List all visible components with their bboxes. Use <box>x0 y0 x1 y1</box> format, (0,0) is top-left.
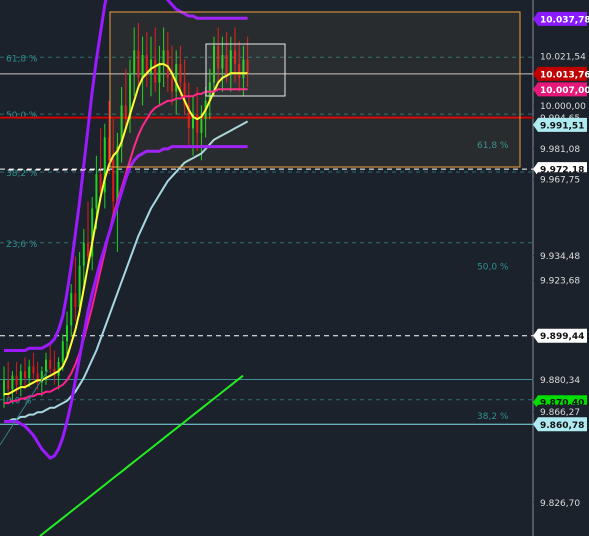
candle-body <box>32 366 35 374</box>
candle-body <box>7 380 10 390</box>
fib-level-label: 38,2 % <box>477 412 509 422</box>
fib-level-label: 38,2 % <box>6 169 38 179</box>
candle-body <box>78 265 81 307</box>
candle-body <box>74 293 77 307</box>
candle-body <box>57 361 60 376</box>
candle-body <box>70 293 73 326</box>
candle-body <box>15 375 18 385</box>
fib-level-label: 61,8 % <box>6 54 38 64</box>
price-tag-label: 9.991,51 <box>540 121 584 131</box>
price-tag-label: 9.826,70 <box>540 499 580 509</box>
candle-body <box>66 325 68 342</box>
candle-body <box>45 359 47 372</box>
fib-level-label: 23,6 % <box>6 240 38 250</box>
candle-body <box>82 242 85 266</box>
candle-body <box>49 359 52 369</box>
price-tag-label: 9.899,44 <box>540 332 584 342</box>
price-tag-label: 9.967,75 <box>540 176 580 186</box>
price-tag-label: 10.013,76 <box>540 70 589 80</box>
candle-body <box>95 174 98 209</box>
price-tag-label: 9.880,34 <box>540 376 580 386</box>
candle-body <box>61 341 64 362</box>
candle-body <box>28 366 31 378</box>
candle-body <box>87 242 89 257</box>
price-tag-label: 9.923,68 <box>540 277 580 287</box>
price-tag-label: 9.981,08 <box>540 145 580 155</box>
fib-range-box <box>109 11 521 168</box>
selection-box <box>205 43 286 97</box>
price-tag-label: 9.860,78 <box>540 421 584 431</box>
fib-level-label: 50,0 % <box>477 263 509 273</box>
candle-body <box>24 371 26 378</box>
fib-level-label: 50,0 % <box>6 111 38 121</box>
candle-body <box>19 371 22 385</box>
price-tag-label: 9.866,27 <box>540 408 580 418</box>
price-tag-label: 10.007,00 <box>540 86 589 96</box>
price-tag-label: 9.934,48 <box>540 252 580 262</box>
candle-body <box>11 375 14 390</box>
chart-canvas[interactable]: 61,8 %50,0 %38,2 %23,6 %0,0 %23,6 %61,8 … <box>0 0 589 536</box>
price-tag-label: 10.000,00 <box>540 102 586 112</box>
price-tag-label: 10.037,78 <box>540 15 589 25</box>
price-tag-label: 10.021,54 <box>540 53 586 63</box>
